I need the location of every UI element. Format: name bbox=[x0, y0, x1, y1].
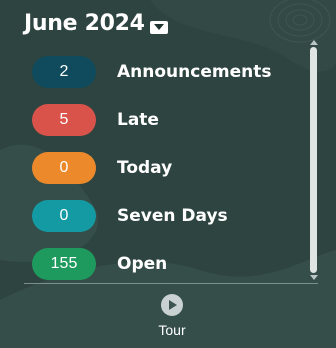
summary-item-open[interactable]: 155 Open bbox=[32, 248, 167, 280]
tour-button[interactable]: Tour bbox=[150, 294, 194, 338]
scrollbar-thumb[interactable] bbox=[310, 47, 317, 273]
chevron-down-icon[interactable] bbox=[149, 20, 168, 34]
summary-label: Seven Days bbox=[117, 206, 228, 226]
summary-label: Announcements bbox=[117, 62, 272, 82]
month-title: June 2024 bbox=[24, 10, 145, 36]
vertical-scrollbar[interactable] bbox=[308, 40, 320, 280]
count-badge: 0 bbox=[32, 152, 96, 184]
tour-label: Tour bbox=[158, 322, 186, 338]
summary-item-today[interactable]: 0 Today bbox=[32, 152, 172, 184]
summary-item-seven-days[interactable]: 0 Seven Days bbox=[32, 200, 228, 232]
divider bbox=[24, 283, 318, 284]
summary-label: Late bbox=[117, 110, 159, 130]
count-badge: 2 bbox=[32, 56, 96, 88]
scroll-up-arrow-icon[interactable] bbox=[310, 40, 318, 45]
summary-label: Open bbox=[117, 254, 168, 274]
summary-item-announcements[interactable]: 2 Announcements bbox=[32, 56, 271, 88]
scroll-down-arrow-icon[interactable] bbox=[310, 275, 318, 280]
count-badge: 5 bbox=[32, 104, 96, 136]
summary-label: Today bbox=[117, 158, 173, 178]
count-badge: 0 bbox=[32, 200, 96, 232]
play-icon bbox=[161, 294, 183, 316]
summary-item-late[interactable]: 5 Late bbox=[32, 104, 159, 136]
count-badge: 155 bbox=[32, 248, 96, 280]
month-header: June 2024 bbox=[24, 8, 168, 38]
